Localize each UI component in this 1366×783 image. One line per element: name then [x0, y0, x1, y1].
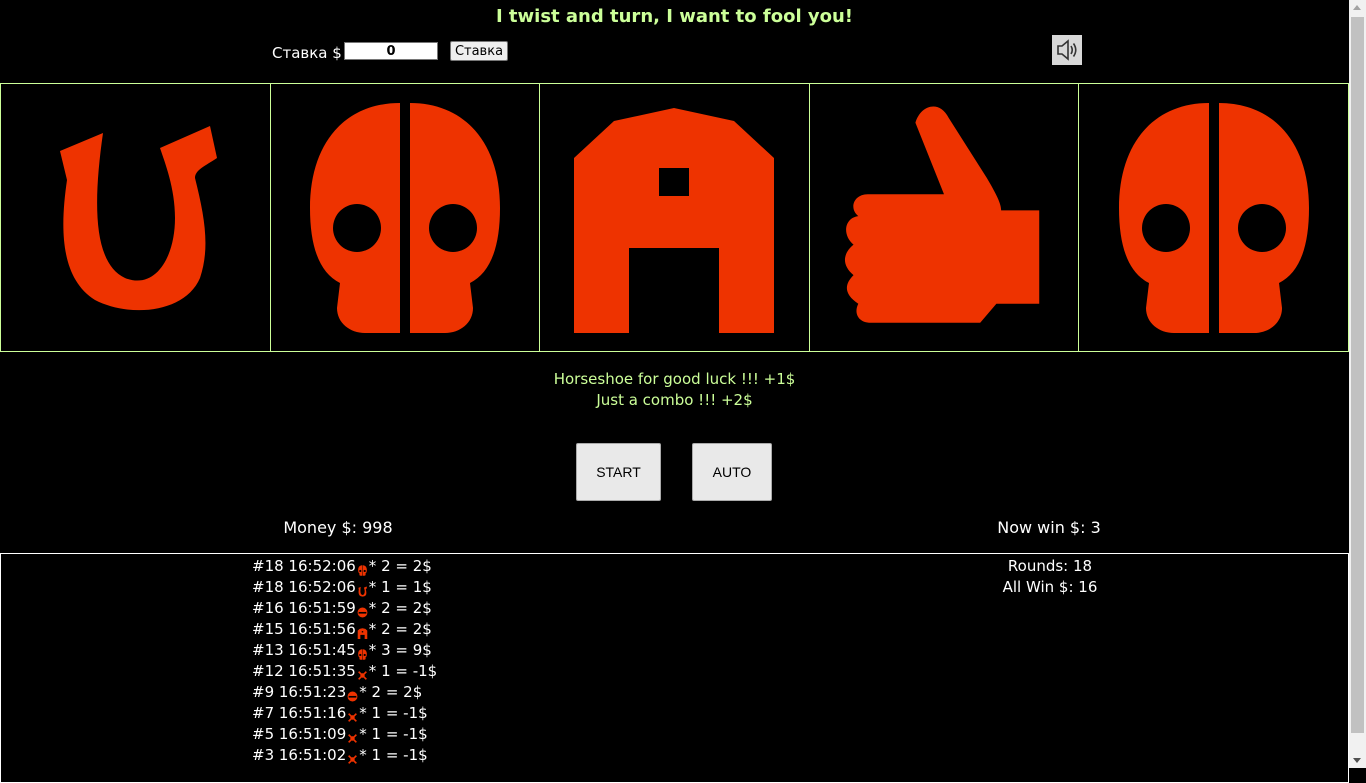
history-result: * 3 = 9$ — [368, 641, 432, 659]
history-result: * 2 = 2$ — [368, 557, 432, 575]
stats-panel: Rounds: 18 All Win $: 16 — [906, 556, 1194, 598]
win-message: Just a combo !!! +2$ — [596, 391, 753, 409]
start-button[interactable]: START — [576, 443, 661, 501]
history-result: * 1 = -1$ — [359, 746, 428, 764]
skull-icon — [357, 645, 368, 660]
horseshoe-icon — [35, 98, 235, 338]
rounds-count: Rounds: 18 — [1007, 557, 1093, 575]
history-time: #18 16:52:06 — [252, 578, 356, 596]
history-result: * 2 = 2$ — [359, 683, 423, 701]
slot-reels — [0, 83, 1349, 352]
thumbs-up-icon — [844, 98, 1044, 338]
history-result: * 1 = -1$ — [359, 704, 428, 722]
house-icon — [574, 98, 775, 338]
game-title: I twist and turn, I want to fool you! — [495, 6, 854, 27]
auto-button[interactable]: AUTO — [692, 443, 772, 501]
sound-toggle-button[interactable] — [1052, 35, 1082, 65]
bet-button[interactable]: Ставка — [450, 41, 508, 61]
history-time: #15 16:51:56 — [252, 620, 356, 638]
all-win-total: All Win $: 16 — [1002, 578, 1098, 596]
page-scrollbar[interactable] — [1349, 0, 1366, 768]
reel-2 — [271, 84, 541, 351]
history-row: #9 16:51:23 * 2 = 2$ — [252, 682, 437, 703]
history-result: * 1 = -1$ — [368, 662, 438, 680]
reel-5 — [1079, 84, 1348, 351]
history-row: #18 16:52:06 * 1 = 1$ — [252, 577, 437, 598]
win-messages: Horseshoe for good luck !!! +1$ Just a c… — [0, 369, 1349, 411]
dome-icon — [357, 603, 368, 618]
skull-icon — [1114, 98, 1314, 338]
speaker-icon — [1057, 39, 1077, 61]
history-row: #7 16:51:16 * 1 = -1$ — [252, 703, 437, 724]
history-row: #15 16:51:56 * 2 = 2$ — [252, 619, 437, 640]
history-row: #12 16:51:35 * 1 = -1$ — [252, 661, 437, 682]
crossbones-icon — [347, 708, 358, 722]
history-panel: #18 16:52:06 * 2 = 2$ #18 16:52:06 * 1 = 1$… — [0, 553, 1349, 783]
scroll-up-arrow[interactable] — [1353, 5, 1361, 10]
crossbones-icon — [357, 666, 368, 680]
skull-icon — [305, 98, 505, 338]
history-result: * 1 = -1$ — [359, 725, 428, 743]
scrollbar-thumb[interactable] — [1351, 17, 1364, 733]
bet-label: Ставка $ — [272, 44, 342, 62]
history-time: #7 16:51:16 — [252, 704, 347, 722]
dome-icon — [347, 687, 358, 702]
history-time: #16 16:51:59 — [252, 599, 356, 617]
history-result: * 2 = 2$ — [368, 599, 432, 617]
reel-3 — [540, 84, 810, 351]
history-row: #3 16:51:02 * 1 = -1$ — [252, 745, 437, 766]
history-time: #18 16:52:06 — [252, 557, 356, 575]
skull-icon — [357, 561, 368, 576]
crossbones-icon — [347, 729, 358, 743]
history-row: #18 16:52:06 * 2 = 2$ — [252, 556, 437, 577]
house-icon — [357, 624, 368, 639]
history-row: #16 16:51:59 * 2 = 2$ — [252, 598, 437, 619]
history-time: #9 16:51:23 — [252, 683, 347, 701]
history-row: #13 16:51:45 * 3 = 9$ — [252, 640, 437, 661]
history-result: * 2 = 2$ — [368, 620, 432, 638]
history-time: #12 16:51:35 — [252, 662, 356, 680]
horseshoe-icon — [357, 582, 368, 597]
now-win: Now win $: 3 — [997, 518, 1101, 537]
crossbones-icon — [347, 750, 358, 764]
history-time: #5 16:51:09 — [252, 725, 347, 743]
bet-input[interactable] — [344, 42, 438, 60]
history-time: #13 16:51:45 — [252, 641, 356, 659]
history-result: * 1 = 1$ — [368, 578, 432, 596]
reel-1 — [1, 84, 271, 351]
history-row: #5 16:51:09 * 1 = -1$ — [252, 724, 437, 745]
history-time: #3 16:51:02 — [252, 746, 347, 764]
history-list: #18 16:52:06 * 2 = 2$ #18 16:52:06 * 1 = 1$… — [252, 556, 437, 766]
reel-4 — [810, 84, 1080, 351]
win-message: Horseshoe for good luck !!! +1$ — [553, 370, 796, 388]
money-balance: Money $: 998 — [283, 518, 393, 537]
scroll-down-arrow[interactable] — [1353, 758, 1361, 763]
